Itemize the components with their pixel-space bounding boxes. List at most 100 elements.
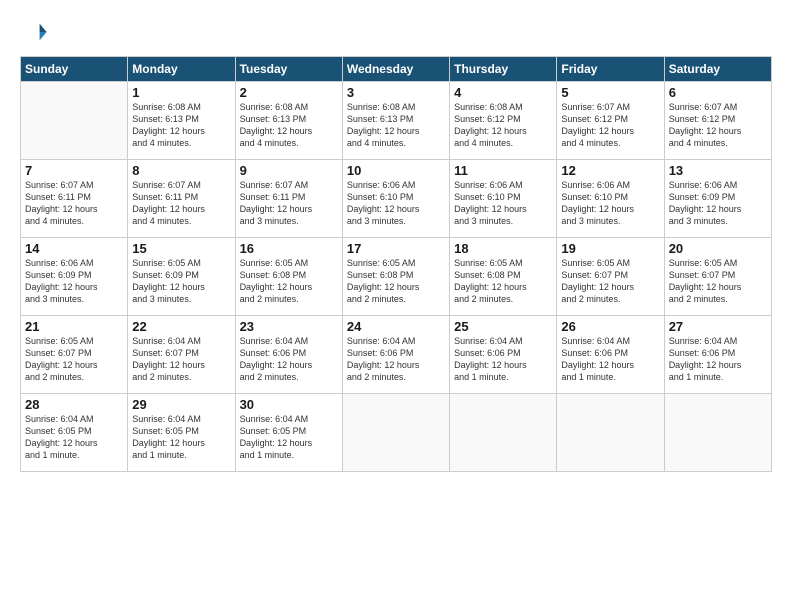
day-info: Sunrise: 6:04 AM Sunset: 6:05 PM Dayligh… — [132, 413, 230, 462]
day-info: Sunrise: 6:06 AM Sunset: 6:10 PM Dayligh… — [454, 179, 552, 228]
day-number: 11 — [454, 163, 552, 178]
calendar-day-cell: 29Sunrise: 6:04 AM Sunset: 6:05 PM Dayli… — [128, 394, 235, 472]
day-number: 23 — [240, 319, 338, 334]
day-number: 7 — [25, 163, 123, 178]
calendar-day-cell: 27Sunrise: 6:04 AM Sunset: 6:06 PM Dayli… — [664, 316, 771, 394]
day-number: 26 — [561, 319, 659, 334]
calendar-day-cell — [557, 394, 664, 472]
calendar-day-cell: 4Sunrise: 6:08 AM Sunset: 6:12 PM Daylig… — [450, 82, 557, 160]
day-number: 25 — [454, 319, 552, 334]
logo-icon — [20, 18, 48, 46]
calendar: SundayMondayTuesdayWednesdayThursdayFrid… — [20, 56, 772, 472]
day-info: Sunrise: 6:07 AM Sunset: 6:11 PM Dayligh… — [132, 179, 230, 228]
day-number: 4 — [454, 85, 552, 100]
calendar-day-cell: 5Sunrise: 6:07 AM Sunset: 6:12 PM Daylig… — [557, 82, 664, 160]
day-info: Sunrise: 6:04 AM Sunset: 6:05 PM Dayligh… — [25, 413, 123, 462]
calendar-day-cell: 17Sunrise: 6:05 AM Sunset: 6:08 PM Dayli… — [342, 238, 449, 316]
day-info: Sunrise: 6:07 AM Sunset: 6:11 PM Dayligh… — [240, 179, 338, 228]
calendar-day-cell: 2Sunrise: 6:08 AM Sunset: 6:13 PM Daylig… — [235, 82, 342, 160]
day-number: 2 — [240, 85, 338, 100]
calendar-day-cell: 22Sunrise: 6:04 AM Sunset: 6:07 PM Dayli… — [128, 316, 235, 394]
day-info: Sunrise: 6:07 AM Sunset: 6:11 PM Dayligh… — [25, 179, 123, 228]
day-number: 17 — [347, 241, 445, 256]
calendar-day-cell: 1Sunrise: 6:08 AM Sunset: 6:13 PM Daylig… — [128, 82, 235, 160]
day-info: Sunrise: 6:04 AM Sunset: 6:06 PM Dayligh… — [669, 335, 767, 384]
weekday-header: Saturday — [664, 57, 771, 82]
day-info: Sunrise: 6:04 AM Sunset: 6:06 PM Dayligh… — [240, 335, 338, 384]
calendar-day-cell: 3Sunrise: 6:08 AM Sunset: 6:13 PM Daylig… — [342, 82, 449, 160]
day-info: Sunrise: 6:04 AM Sunset: 6:05 PM Dayligh… — [240, 413, 338, 462]
calendar-day-cell: 28Sunrise: 6:04 AM Sunset: 6:05 PM Dayli… — [21, 394, 128, 472]
calendar-day-cell: 7Sunrise: 6:07 AM Sunset: 6:11 PM Daylig… — [21, 160, 128, 238]
day-info: Sunrise: 6:07 AM Sunset: 6:12 PM Dayligh… — [561, 101, 659, 150]
calendar-day-cell: 30Sunrise: 6:04 AM Sunset: 6:05 PM Dayli… — [235, 394, 342, 472]
day-number: 27 — [669, 319, 767, 334]
day-number: 9 — [240, 163, 338, 178]
day-number: 3 — [347, 85, 445, 100]
calendar-day-cell: 16Sunrise: 6:05 AM Sunset: 6:08 PM Dayli… — [235, 238, 342, 316]
calendar-day-cell — [664, 394, 771, 472]
day-number: 10 — [347, 163, 445, 178]
day-number: 16 — [240, 241, 338, 256]
day-number: 12 — [561, 163, 659, 178]
calendar-week-row: 28Sunrise: 6:04 AM Sunset: 6:05 PM Dayli… — [21, 394, 772, 472]
day-number: 15 — [132, 241, 230, 256]
day-number: 13 — [669, 163, 767, 178]
day-number: 14 — [25, 241, 123, 256]
day-info: Sunrise: 6:04 AM Sunset: 6:07 PM Dayligh… — [132, 335, 230, 384]
calendar-day-cell: 11Sunrise: 6:06 AM Sunset: 6:10 PM Dayli… — [450, 160, 557, 238]
day-info: Sunrise: 6:07 AM Sunset: 6:12 PM Dayligh… — [669, 101, 767, 150]
header — [20, 18, 772, 46]
calendar-day-cell — [342, 394, 449, 472]
day-number: 22 — [132, 319, 230, 334]
day-number: 8 — [132, 163, 230, 178]
day-info: Sunrise: 6:08 AM Sunset: 6:13 PM Dayligh… — [132, 101, 230, 150]
day-info: Sunrise: 6:04 AM Sunset: 6:06 PM Dayligh… — [561, 335, 659, 384]
calendar-day-cell: 18Sunrise: 6:05 AM Sunset: 6:08 PM Dayli… — [450, 238, 557, 316]
calendar-week-row: 1Sunrise: 6:08 AM Sunset: 6:13 PM Daylig… — [21, 82, 772, 160]
calendar-day-cell: 15Sunrise: 6:05 AM Sunset: 6:09 PM Dayli… — [128, 238, 235, 316]
day-info: Sunrise: 6:08 AM Sunset: 6:12 PM Dayligh… — [454, 101, 552, 150]
calendar-day-cell: 21Sunrise: 6:05 AM Sunset: 6:07 PM Dayli… — [21, 316, 128, 394]
weekday-header: Wednesday — [342, 57, 449, 82]
calendar-day-cell: 26Sunrise: 6:04 AM Sunset: 6:06 PM Dayli… — [557, 316, 664, 394]
weekday-header: Friday — [557, 57, 664, 82]
logo — [20, 18, 52, 46]
weekday-header: Thursday — [450, 57, 557, 82]
day-info: Sunrise: 6:05 AM Sunset: 6:07 PM Dayligh… — [669, 257, 767, 306]
day-number: 19 — [561, 241, 659, 256]
day-info: Sunrise: 6:05 AM Sunset: 6:08 PM Dayligh… — [240, 257, 338, 306]
day-info: Sunrise: 6:05 AM Sunset: 6:08 PM Dayligh… — [454, 257, 552, 306]
day-number: 5 — [561, 85, 659, 100]
calendar-day-cell: 13Sunrise: 6:06 AM Sunset: 6:09 PM Dayli… — [664, 160, 771, 238]
calendar-day-cell: 14Sunrise: 6:06 AM Sunset: 6:09 PM Dayli… — [21, 238, 128, 316]
day-number: 29 — [132, 397, 230, 412]
day-info: Sunrise: 6:04 AM Sunset: 6:06 PM Dayligh… — [347, 335, 445, 384]
calendar-day-cell: 20Sunrise: 6:05 AM Sunset: 6:07 PM Dayli… — [664, 238, 771, 316]
day-info: Sunrise: 6:08 AM Sunset: 6:13 PM Dayligh… — [347, 101, 445, 150]
calendar-day-cell — [21, 82, 128, 160]
day-number: 21 — [25, 319, 123, 334]
calendar-day-cell: 23Sunrise: 6:04 AM Sunset: 6:06 PM Dayli… — [235, 316, 342, 394]
day-number: 6 — [669, 85, 767, 100]
day-info: Sunrise: 6:05 AM Sunset: 6:08 PM Dayligh… — [347, 257, 445, 306]
calendar-week-row: 7Sunrise: 6:07 AM Sunset: 6:11 PM Daylig… — [21, 160, 772, 238]
page: SundayMondayTuesdayWednesdayThursdayFrid… — [0, 0, 792, 482]
weekday-header: Sunday — [21, 57, 128, 82]
calendar-day-cell: 10Sunrise: 6:06 AM Sunset: 6:10 PM Dayli… — [342, 160, 449, 238]
calendar-day-cell — [450, 394, 557, 472]
calendar-day-cell: 12Sunrise: 6:06 AM Sunset: 6:10 PM Dayli… — [557, 160, 664, 238]
calendar-day-cell: 6Sunrise: 6:07 AM Sunset: 6:12 PM Daylig… — [664, 82, 771, 160]
day-number: 20 — [669, 241, 767, 256]
day-info: Sunrise: 6:06 AM Sunset: 6:09 PM Dayligh… — [25, 257, 123, 306]
day-number: 24 — [347, 319, 445, 334]
day-info: Sunrise: 6:05 AM Sunset: 6:09 PM Dayligh… — [132, 257, 230, 306]
weekday-header: Tuesday — [235, 57, 342, 82]
calendar-week-row: 14Sunrise: 6:06 AM Sunset: 6:09 PM Dayli… — [21, 238, 772, 316]
weekday-header: Monday — [128, 57, 235, 82]
calendar-day-cell: 8Sunrise: 6:07 AM Sunset: 6:11 PM Daylig… — [128, 160, 235, 238]
day-info: Sunrise: 6:05 AM Sunset: 6:07 PM Dayligh… — [561, 257, 659, 306]
day-info: Sunrise: 6:06 AM Sunset: 6:10 PM Dayligh… — [347, 179, 445, 228]
calendar-day-cell: 19Sunrise: 6:05 AM Sunset: 6:07 PM Dayli… — [557, 238, 664, 316]
day-number: 28 — [25, 397, 123, 412]
